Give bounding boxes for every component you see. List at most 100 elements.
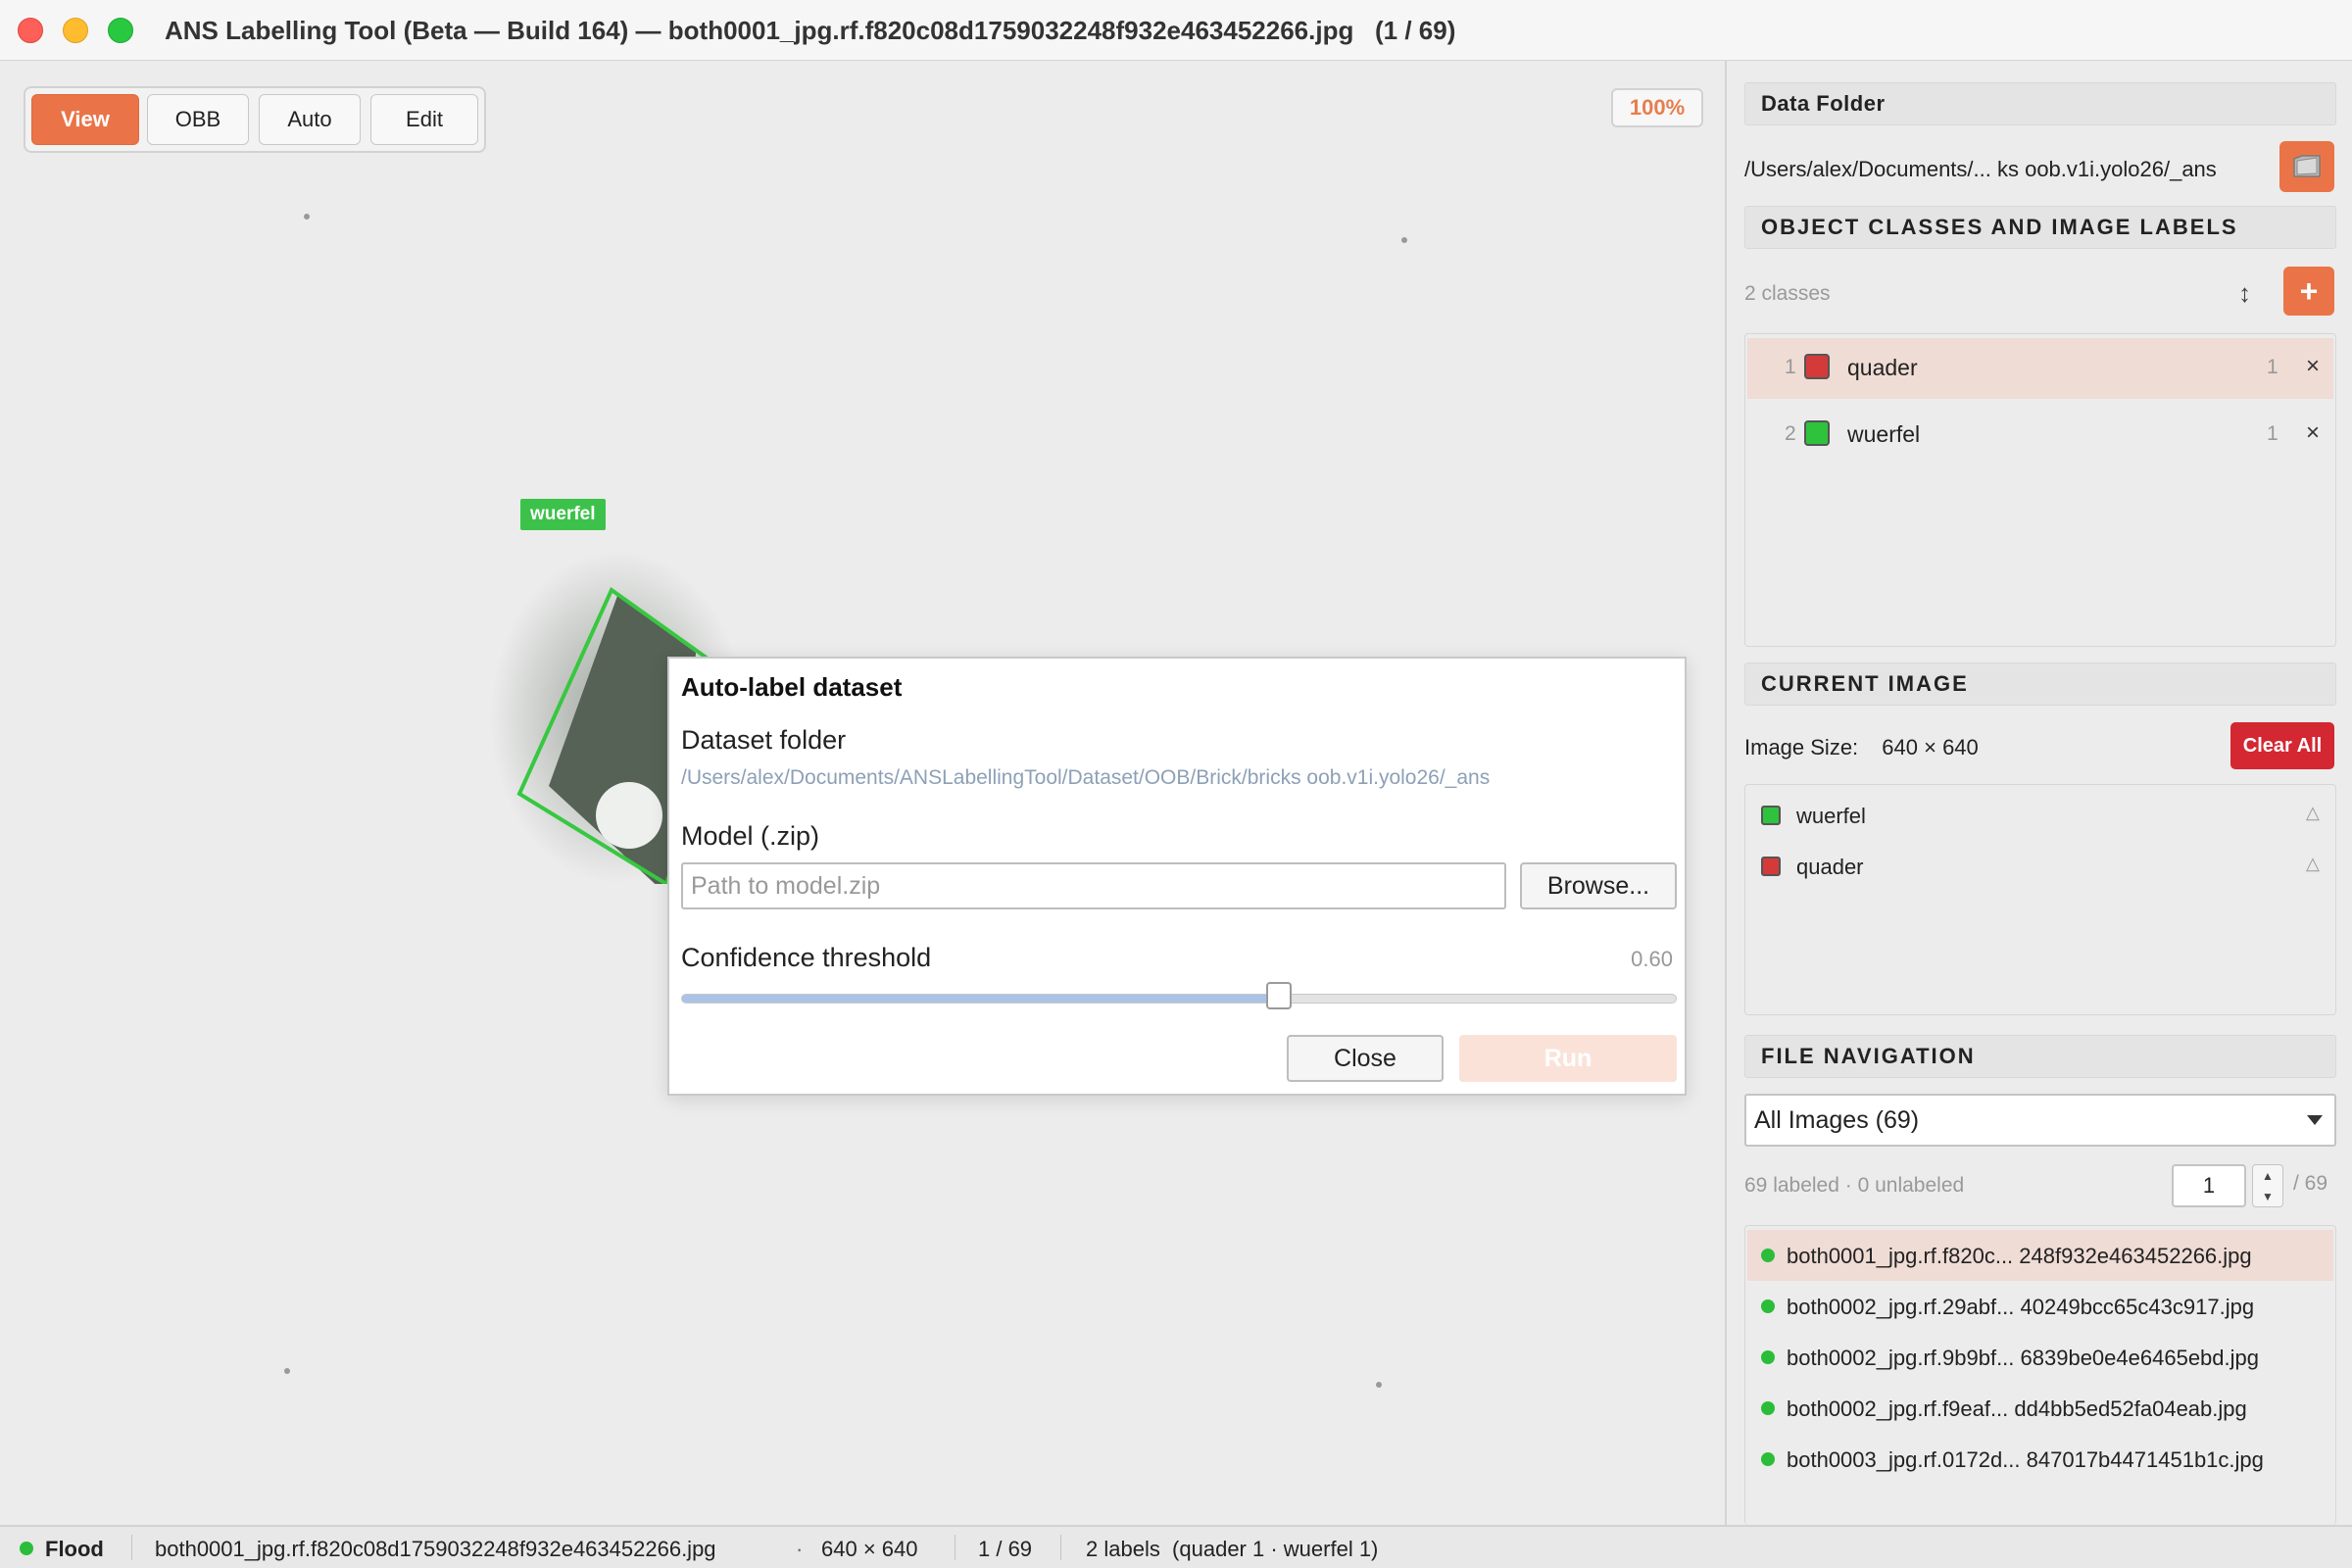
obb-triangle-icon: △ bbox=[2306, 854, 2320, 873]
class-label-count: 1 bbox=[2267, 422, 2278, 445]
class-name: quader bbox=[1847, 355, 1918, 380]
maximize-window-button[interactable] bbox=[108, 18, 133, 43]
status-divider bbox=[1060, 1535, 1061, 1560]
label-summary: 69 labeled · 0 unlabeled bbox=[1744, 1174, 1965, 1197]
dataset-folder-path: /Users/alex/Documents/ANSLabellingTool/D… bbox=[681, 766, 1491, 789]
file-navigation-header: FILE NAVIGATION bbox=[1744, 1035, 2336, 1078]
side-panel: Data Folder /Users/alex/Documents/... ks… bbox=[1725, 61, 2352, 1525]
file-list[interactable]: both0001_jpg.rf.f820c... 248f932e4634522… bbox=[1744, 1225, 2336, 1525]
status-divider bbox=[955, 1535, 956, 1560]
close-window-button[interactable] bbox=[18, 18, 43, 43]
class-color-swatch[interactable] bbox=[1804, 420, 1830, 446]
file-list-item[interactable]: both0002_jpg.rf.9b9bf... 6839be0e4e6465e… bbox=[1747, 1332, 2333, 1383]
data-folder-path: /Users/alex/Documents/... ks oob.v1i.yol… bbox=[1744, 157, 2217, 181]
class-row-wuerfel[interactable]: 2 wuerfel 1 × bbox=[1747, 405, 2333, 466]
zoom-level[interactable]: 100% bbox=[1611, 88, 1703, 127]
image-size-label: Image Size: bbox=[1744, 735, 1859, 760]
status-labels: 2 labels (quader 1 · wuerfel 1) bbox=[1086, 1537, 1379, 1561]
confidence-slider-thumb[interactable] bbox=[1265, 982, 1292, 1009]
window-title: ANS Labelling Tool (Beta — Build 164) — … bbox=[165, 16, 1456, 45]
image-canvas[interactable]: View OBB Auto Edit 100% wuerfel Auto-lab… bbox=[0, 61, 1725, 1525]
annotation-tag[interactable]: wuerfel bbox=[520, 499, 606, 530]
file-name: both0003_jpg.rf.0172d... 847017b4471451b… bbox=[1787, 1447, 2264, 1472]
file-list-item[interactable]: both0003_jpg.rf.0172d... 847017b4471451b… bbox=[1747, 1434, 2333, 1485]
class-number: 1 bbox=[1785, 356, 1796, 378]
open-folder-button[interactable] bbox=[2279, 141, 2334, 192]
class-color-swatch[interactable] bbox=[1804, 354, 1830, 379]
edit-mode-button[interactable]: Edit bbox=[370, 94, 478, 145]
step-down-icon[interactable]: ▼ bbox=[2253, 1186, 2282, 1206]
add-class-button[interactable]: + bbox=[2283, 267, 2334, 316]
folder-icon bbox=[2293, 155, 2321, 177]
page-number-input[interactable]: 1 bbox=[2172, 1164, 2246, 1207]
class-number: 2 bbox=[1785, 422, 1796, 445]
step-up-icon[interactable]: ▲ bbox=[2253, 1165, 2282, 1186]
file-list-item[interactable]: both0002_jpg.rf.29abf... 40249bcc65c43c9… bbox=[1747, 1281, 2333, 1332]
status-dot-separator: · bbox=[796, 1537, 804, 1561]
auto-label-dialog: Auto-label dataset Dataset folder /Users… bbox=[667, 657, 1687, 1096]
auto-mode-button[interactable]: Auto bbox=[259, 94, 361, 145]
status-dims: 640 × 640 bbox=[821, 1537, 918, 1561]
view-mode-button[interactable]: View bbox=[31, 94, 139, 145]
status-mode: Flood bbox=[45, 1537, 104, 1561]
label-color-swatch bbox=[1761, 857, 1781, 876]
label-name: wuerfel bbox=[1796, 804, 1866, 828]
clear-all-button[interactable]: Clear All bbox=[2230, 722, 2334, 769]
labeled-status-dot bbox=[1761, 1249, 1775, 1262]
image-speck bbox=[1401, 237, 1407, 243]
image-label-row[interactable]: quader △ bbox=[1745, 842, 2335, 891]
browse-button[interactable]: Browse... bbox=[1520, 862, 1677, 909]
object-classes-header: OBJECT CLASSES AND IMAGE LABELS bbox=[1744, 206, 2336, 249]
confidence-label: Confidence threshold bbox=[681, 943, 932, 972]
mode-toolbar: View OBB Auto Edit bbox=[24, 86, 486, 153]
label-name: quader bbox=[1796, 855, 1864, 879]
class-list: 1 quader 1 × 2 wuerfel 1 × bbox=[1744, 333, 2336, 647]
image-speck bbox=[1376, 1382, 1382, 1388]
page-stepper[interactable]: ▲ ▼ bbox=[2252, 1164, 2283, 1207]
obb-mode-button[interactable]: OBB bbox=[147, 94, 249, 145]
sort-icon[interactable]: ↕ bbox=[2238, 278, 2251, 309]
class-count: 2 classes bbox=[1744, 282, 1831, 305]
run-button[interactable]: Run bbox=[1459, 1035, 1677, 1082]
image-speck bbox=[304, 214, 310, 220]
file-name: both0001_jpg.rf.f820c... 248f932e4634522… bbox=[1787, 1244, 2252, 1268]
image-speck bbox=[284, 1368, 290, 1374]
minimize-window-button[interactable] bbox=[63, 18, 88, 43]
image-filter-value: All Images (69) bbox=[1754, 1105, 1920, 1134]
image-size-value: 640 × 640 bbox=[1882, 735, 1979, 760]
file-name: both0002_jpg.rf.29abf... 40249bcc65c43c9… bbox=[1787, 1295, 2255, 1319]
page-total: / 69 bbox=[2293, 1172, 2328, 1195]
confidence-slider[interactable] bbox=[681, 994, 1677, 1004]
class-row-quader[interactable]: 1 quader 1 × bbox=[1747, 338, 2333, 399]
model-label: Model (.zip) bbox=[681, 821, 820, 851]
object-hole bbox=[596, 782, 662, 849]
status-index: 1 / 69 bbox=[978, 1537, 1033, 1561]
confidence-slider-fill bbox=[682, 995, 1280, 1003]
image-filter-select[interactable]: All Images (69) bbox=[1744, 1094, 2336, 1147]
file-name: both0002_jpg.rf.9b9bf... 6839be0e4e6465e… bbox=[1787, 1346, 2259, 1370]
image-size: Image Size: 640 × 640 bbox=[1744, 735, 1979, 760]
delete-class-icon[interactable]: × bbox=[2306, 419, 2320, 447]
model-path-input[interactable]: Path to model.zip bbox=[681, 862, 1506, 909]
status-file: both0001_jpg.rf.f820c08d1759032248f932e4… bbox=[155, 1537, 716, 1561]
dialog-title: Auto-label dataset bbox=[681, 672, 903, 702]
class-name: wuerfel bbox=[1847, 421, 1921, 447]
label-color-swatch bbox=[1761, 806, 1781, 825]
close-button[interactable]: Close bbox=[1287, 1035, 1444, 1082]
current-image-header: CURRENT IMAGE bbox=[1744, 662, 2336, 706]
file-list-item[interactable]: both0002_jpg.rf.f9eaf... dd4bb5ed52fa04e… bbox=[1747, 1383, 2333, 1434]
status-dot bbox=[20, 1542, 33, 1555]
labeled-status-dot bbox=[1761, 1299, 1775, 1313]
chevron-down-icon bbox=[2307, 1115, 2323, 1125]
data-folder-header: Data Folder bbox=[1744, 82, 2336, 125]
delete-class-icon[interactable]: × bbox=[2306, 353, 2320, 380]
image-label-list: wuerfel △ quader △ bbox=[1744, 784, 2336, 1015]
file-list-item[interactable]: both0001_jpg.rf.f820c... 248f932e4634522… bbox=[1747, 1230, 2333, 1281]
labeled-status-dot bbox=[1761, 1452, 1775, 1466]
file-name: both0002_jpg.rf.f9eaf... dd4bb5ed52fa04e… bbox=[1787, 1396, 2247, 1421]
obb-triangle-icon: △ bbox=[2306, 803, 2320, 822]
dataset-folder-label: Dataset folder bbox=[681, 725, 847, 755]
labeled-status-dot bbox=[1761, 1350, 1775, 1364]
confidence-value: 0.60 bbox=[1631, 947, 1673, 971]
image-label-row[interactable]: wuerfel △ bbox=[1745, 791, 2335, 840]
